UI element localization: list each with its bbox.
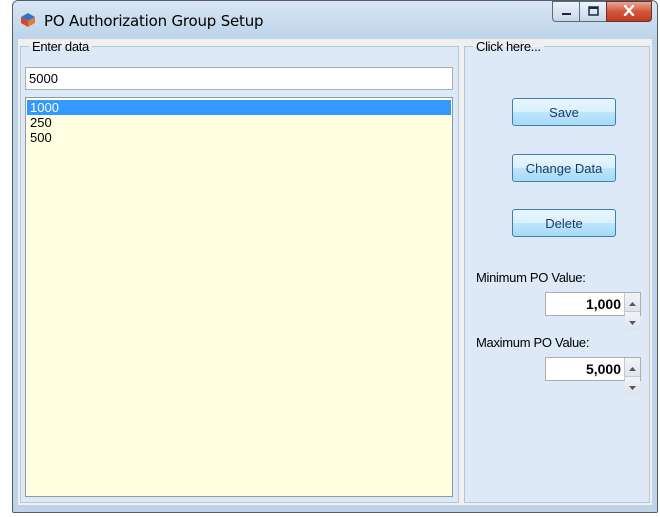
close-button[interactable] [606,1,652,22]
actions-legend: Click here... [473,39,544,54]
change-data-button[interactable]: Change Data [512,154,616,182]
app-window: PO Authorization Group Setup Enter data [12,0,658,513]
title-bar[interactable]: PO Authorization Group Setup [13,1,657,39]
client-area: Enter data 1000 250 500 Click here... Sa… [18,39,652,505]
maximize-icon [587,3,599,21]
enter-data-legend: Enter data [29,39,92,54]
caret-up-icon [629,358,636,376]
caption-buttons [552,1,652,23]
window-title: PO Authorization Group Setup [44,12,264,30]
minimum-po-value[interactable]: 1,000 [546,293,624,315]
minimum-po-increment-button[interactable] [625,293,640,312]
data-input[interactable] [25,67,453,90]
minimum-po-decrement-button[interactable] [625,312,640,330]
close-icon [623,3,635,21]
minimize-icon [561,3,572,21]
actions-group: Click here... Save Change Data Delete Mi… [464,39,650,503]
app-shield-icon [20,12,36,28]
enter-data-group: Enter data 1000 250 500 [20,39,459,503]
maximum-po-increment-button[interactable] [625,358,640,377]
list-item[interactable]: 1000 [27,100,451,115]
maximum-po-value[interactable]: 5,000 [546,358,624,380]
list-item[interactable]: 500 [27,130,451,145]
list-item[interactable]: 250 [27,115,451,130]
minimum-po-label: Minimum PO Value: [476,270,586,285]
maximize-button[interactable] [579,1,606,22]
maximum-po-label: Maximum PO Value: [476,335,590,350]
maximum-po-decrement-button[interactable] [625,377,640,395]
minimize-button[interactable] [552,1,579,22]
caret-down-icon [629,377,636,395]
delete-button[interactable]: Delete [512,209,616,237]
minimum-po-stepper[interactable]: 1,000 [545,292,641,330]
caret-up-icon [629,293,636,311]
maximum-po-spin-buttons [624,358,640,395]
save-button[interactable]: Save [512,98,616,126]
minimum-po-spin-buttons [624,293,640,330]
maximum-po-stepper[interactable]: 5,000 [545,357,641,395]
values-listbox[interactable]: 1000 250 500 [25,97,453,497]
caret-down-icon [629,312,636,330]
